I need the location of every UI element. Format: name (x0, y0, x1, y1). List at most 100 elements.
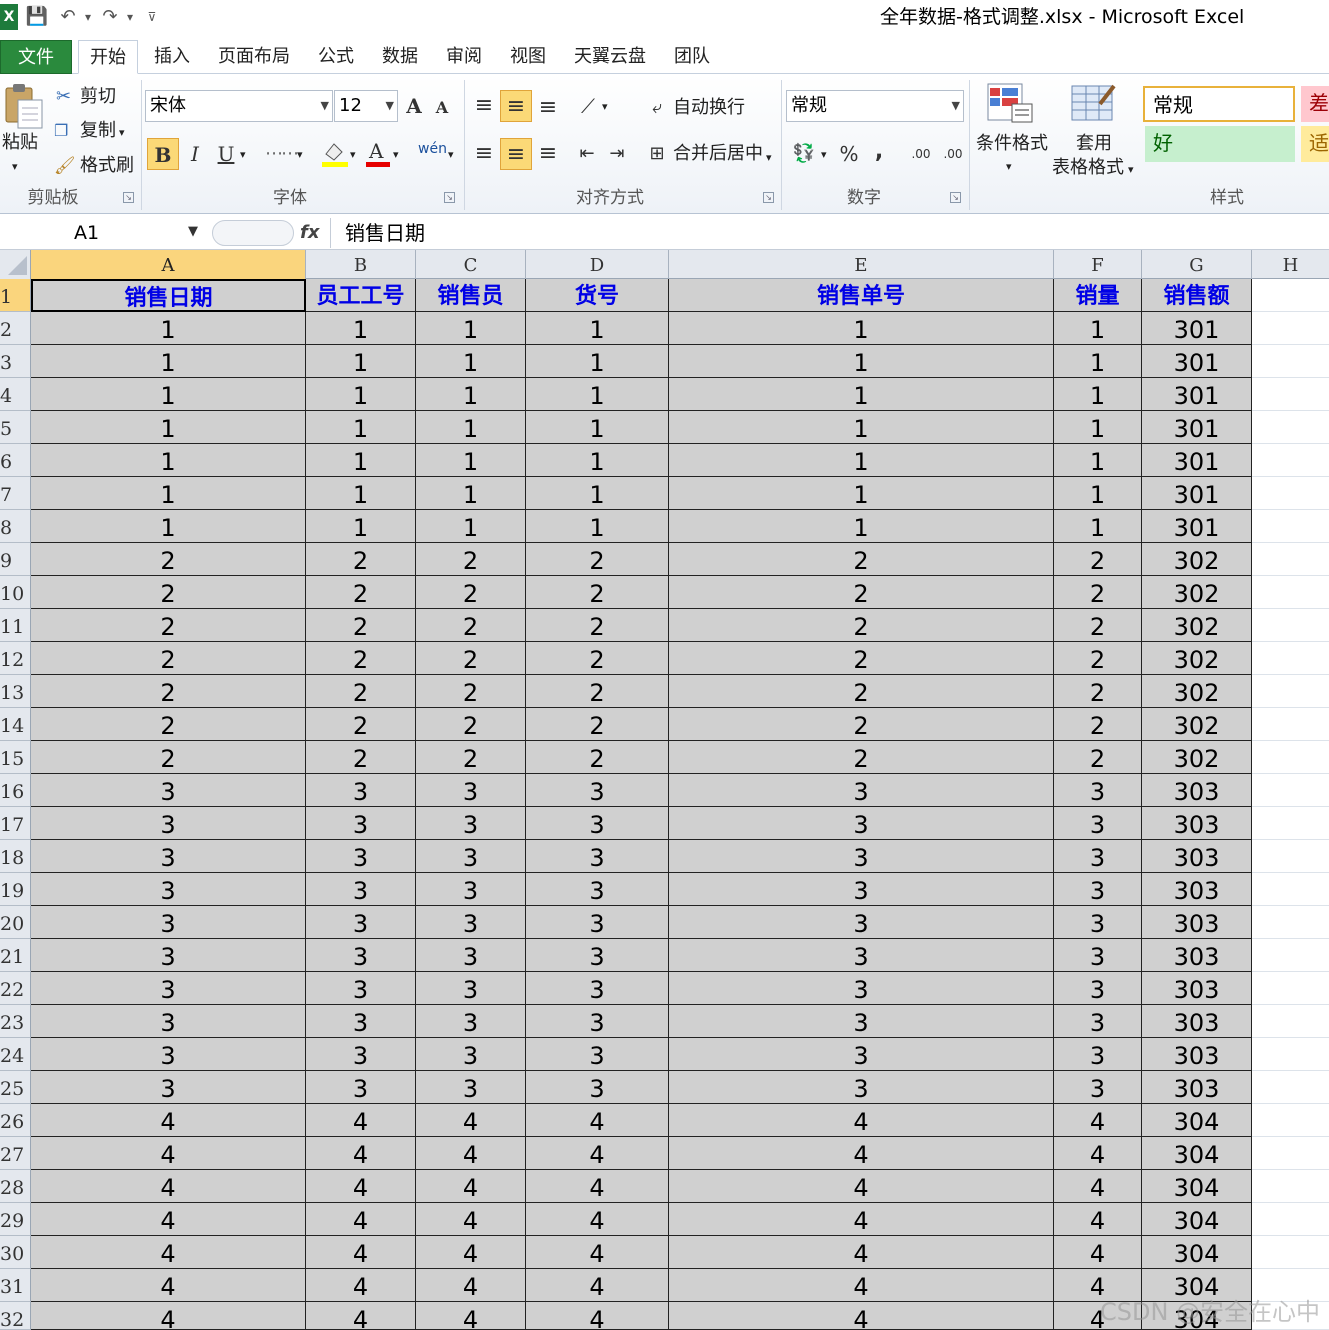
select-all-button[interactable] (0, 250, 31, 279)
number-format-select[interactable]: 常规 ▼ (786, 90, 964, 122)
merge-center-button[interactable]: 合并后居中 (673, 141, 763, 167)
row-header[interactable]: 3 (0, 345, 31, 378)
conditional-formatting-button[interactable]: 条件格式 (976, 131, 1048, 157)
data-cell[interactable]: 1 (1054, 444, 1142, 477)
data-cell[interactable]: 301 (1142, 411, 1252, 444)
tab-insert[interactable]: 插入 (144, 40, 200, 74)
style-good[interactable]: 好 (1145, 126, 1295, 162)
row-header[interactable]: 10 (0, 576, 31, 609)
data-cell[interactable]: 2 (31, 642, 306, 675)
data-cell[interactable]: 1 (31, 477, 306, 510)
row-header[interactable]: 8 (0, 510, 31, 543)
data-cell[interactable]: 3 (1054, 1071, 1142, 1104)
data-cell[interactable]: 4 (416, 1236, 526, 1269)
data-cell[interactable]: 304 (1142, 1170, 1252, 1203)
data-cell[interactable]: 1 (669, 345, 1054, 378)
data-cell[interactable]: 1 (31, 444, 306, 477)
column-header-f[interactable]: F (1054, 250, 1142, 279)
data-cell[interactable]: 2 (416, 642, 526, 675)
data-cell[interactable]: 2 (306, 642, 416, 675)
border-dropdown-icon[interactable]: ▾ (297, 142, 303, 168)
data-cell[interactable]: 3 (526, 873, 669, 906)
data-cell[interactable]: 4 (31, 1203, 306, 1236)
undo-icon[interactable]: ↶ (56, 4, 80, 30)
data-cell[interactable]: 303 (1142, 1038, 1252, 1071)
data-cell[interactable]: 3 (306, 1005, 416, 1038)
data-cell[interactable]: 4 (416, 1302, 526, 1330)
data-cell[interactable]: 2 (669, 642, 1054, 675)
data-cell[interactable]: 1 (306, 345, 416, 378)
data-cell[interactable]: 1 (526, 477, 669, 510)
column-header-e[interactable]: E (669, 250, 1054, 279)
data-cell[interactable]: 3 (1054, 774, 1142, 807)
data-cell[interactable]: 2 (416, 708, 526, 741)
data-cell[interactable]: 3 (669, 774, 1054, 807)
data-cell[interactable]: 4 (306, 1104, 416, 1137)
data-cell[interactable]: 2 (1054, 708, 1142, 741)
data-cell[interactable]: 304 (1142, 1137, 1252, 1170)
align-right-icon[interactable]: ≡ (532, 138, 564, 170)
data-cell[interactable]: 3 (416, 807, 526, 840)
data-cell[interactable]: 3 (669, 1038, 1054, 1071)
data-cell[interactable]: 2 (416, 543, 526, 576)
redo-dropdown-icon[interactable]: ▾ (124, 4, 136, 30)
data-cell[interactable]: 4 (669, 1302, 1054, 1330)
orientation-dropdown-icon[interactable]: ▾ (602, 94, 608, 120)
data-cell[interactable]: 303 (1142, 906, 1252, 939)
data-cell[interactable]: 4 (526, 1236, 669, 1269)
data-cell[interactable]: 1 (416, 411, 526, 444)
data-cell[interactable]: 1 (1054, 510, 1142, 543)
data-cell[interactable]: 2 (416, 741, 526, 774)
data-cell[interactable]: 3 (31, 1038, 306, 1071)
data-cell[interactable]: 2 (1054, 741, 1142, 774)
row-header[interactable]: 7 (0, 477, 31, 510)
tab-data[interactable]: 数据 (372, 40, 428, 74)
redo-icon[interactable]: ↷ (98, 4, 122, 30)
data-cell[interactable]: 3 (669, 1005, 1054, 1038)
data-cell[interactable]: 4 (1054, 1236, 1142, 1269)
data-cell[interactable]: 3 (306, 840, 416, 873)
data-cell[interactable]: 4 (526, 1302, 669, 1330)
font-name-select[interactable]: 宋体 ▼ (145, 90, 333, 122)
data-cell[interactable]: 3 (306, 906, 416, 939)
empty-cell[interactable] (1252, 1137, 1329, 1170)
header-cell[interactable]: 销售额 (1142, 279, 1252, 312)
align-bottom-icon[interactable]: ≡ (532, 92, 564, 124)
data-cell[interactable]: 3 (306, 807, 416, 840)
data-cell[interactable]: 4 (526, 1137, 669, 1170)
decrease-decimal-button[interactable]: .00 (938, 138, 968, 170)
data-cell[interactable]: 3 (306, 1038, 416, 1071)
percent-button[interactable]: % (834, 138, 864, 170)
phonetic-icon[interactable]: wén (418, 136, 447, 162)
row-header[interactable]: 21 (0, 939, 31, 972)
data-cell[interactable]: 4 (31, 1236, 306, 1269)
data-cell[interactable]: 1 (669, 510, 1054, 543)
data-cell[interactable]: 4 (526, 1104, 669, 1137)
data-cell[interactable]: 1 (31, 312, 306, 345)
empty-cell[interactable] (1252, 279, 1329, 312)
data-cell[interactable]: 4 (416, 1170, 526, 1203)
tab-tianyi-cloud[interactable]: 天翼云盘 (564, 40, 656, 74)
data-cell[interactable]: 3 (31, 972, 306, 1005)
empty-cell[interactable] (1252, 1005, 1329, 1038)
tab-home[interactable]: 开始 (78, 40, 138, 74)
data-cell[interactable]: 1 (306, 510, 416, 543)
data-cell[interactable]: 3 (1054, 1005, 1142, 1038)
data-cell[interactable]: 3 (1054, 939, 1142, 972)
align-middle-icon[interactable]: ≡ (500, 90, 532, 122)
empty-cell[interactable] (1252, 708, 1329, 741)
format-painter-button[interactable]: 格式刷 (80, 153, 134, 179)
tab-formulas[interactable]: 公式 (308, 40, 364, 74)
data-cell[interactable]: 4 (1054, 1137, 1142, 1170)
data-cell[interactable]: 3 (526, 807, 669, 840)
data-cell[interactable]: 1 (669, 444, 1054, 477)
data-cell[interactable]: 4 (416, 1137, 526, 1170)
format-as-table-dropdown-icon[interactable]: ▾ (1128, 157, 1134, 183)
fill-dropdown-icon[interactable]: ▾ (350, 142, 356, 168)
row-header[interactable]: 9 (0, 543, 31, 576)
font-launcher-icon[interactable]: ↘ (444, 192, 455, 203)
empty-cell[interactable] (1252, 444, 1329, 477)
data-cell[interactable]: 3 (1054, 1038, 1142, 1071)
undo-dropdown-icon[interactable]: ▾ (82, 4, 94, 30)
comma-button[interactable]: , (866, 136, 892, 168)
